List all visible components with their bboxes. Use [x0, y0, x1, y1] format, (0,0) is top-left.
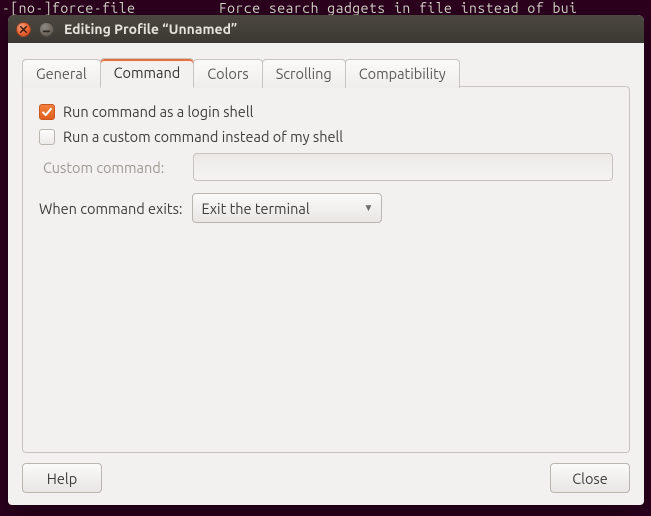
tab-label: Compatibility: [359, 65, 446, 82]
window-title: Editing Profile “Unnamed”: [64, 21, 237, 37]
help-button[interactable]: Help: [22, 463, 102, 493]
tab-command[interactable]: Command: [100, 58, 195, 88]
tab-label: General: [36, 65, 87, 82]
custom-command-checkbox[interactable]: [39, 129, 55, 145]
background-terminal-text: -[no-]force-file Force search gadgets in…: [0, 0, 651, 15]
dialog-window: Editing Profile “Unnamed” General Comman…: [8, 15, 644, 505]
dialog-content: General Command Colors Scrolling Compati…: [8, 43, 644, 505]
custom-command-row: Run a custom command instead of my shell: [39, 128, 613, 145]
tab-bar: General Command Colors Scrolling Compati…: [22, 57, 630, 87]
tab-label: Command: [114, 64, 181, 81]
dialog-footer: Help Close: [22, 453, 630, 493]
when-exits-value: Exit the terminal: [201, 200, 309, 217]
tab-compatibility[interactable]: Compatibility: [345, 59, 460, 88]
login-shell-row: Run command as a login shell: [39, 103, 613, 120]
tab-colors[interactable]: Colors: [193, 59, 262, 88]
custom-command-label: Run a custom command instead of my shell: [63, 128, 343, 145]
tab-general[interactable]: General: [22, 59, 101, 88]
window-close-button[interactable]: [16, 22, 31, 37]
login-shell-checkbox[interactable]: [39, 104, 55, 120]
window-minimize-button[interactable]: [39, 22, 54, 37]
tab-scrolling[interactable]: Scrolling: [262, 59, 346, 88]
custom-command-field-label: Custom command:: [43, 159, 183, 176]
when-command-exits-row: When command exits: Exit the terminal ▼: [39, 193, 613, 223]
close-button[interactable]: Close: [550, 463, 630, 493]
when-exits-combo[interactable]: Exit the terminal ▼: [192, 193, 382, 223]
button-label: Help: [47, 470, 77, 487]
custom-command-field-row: Custom command:: [43, 153, 613, 181]
tab-label: Scrolling: [276, 65, 332, 82]
login-shell-label: Run command as a login shell: [63, 103, 253, 120]
custom-command-input: [193, 153, 613, 181]
button-label: Close: [572, 470, 607, 487]
chevron-down-icon: ▼: [364, 202, 374, 214]
titlebar[interactable]: Editing Profile “Unnamed”: [8, 15, 644, 43]
tab-panel-command: Run command as a login shell Run a custo…: [22, 86, 630, 453]
when-exits-label: When command exits:: [39, 200, 182, 217]
tab-label: Colors: [207, 65, 248, 82]
